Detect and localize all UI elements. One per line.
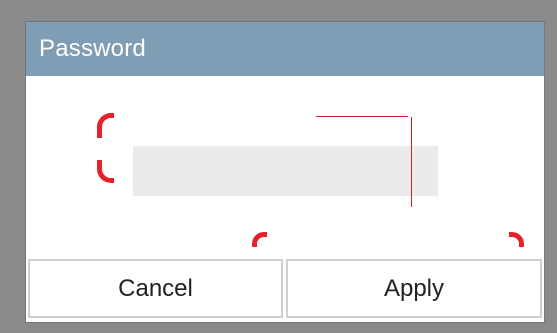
cancel-button[interactable]: Cancel xyxy=(28,259,283,318)
dialog-title-bar: Password xyxy=(26,22,544,76)
password-field[interactable] xyxy=(133,146,438,196)
password-input[interactable] xyxy=(133,146,438,196)
apply-button-label: Apply xyxy=(383,274,445,302)
dialog-title: Password xyxy=(39,35,146,62)
dialog-button-row: Cancel Apply xyxy=(26,259,544,322)
password-dialog: Password Cancel Apply xyxy=(26,22,544,322)
apply-button[interactable]: Apply xyxy=(286,259,542,318)
cancel-button-label: Cancel xyxy=(118,274,193,302)
screen-backdrop: Password Cancel Apply xyxy=(0,0,557,333)
